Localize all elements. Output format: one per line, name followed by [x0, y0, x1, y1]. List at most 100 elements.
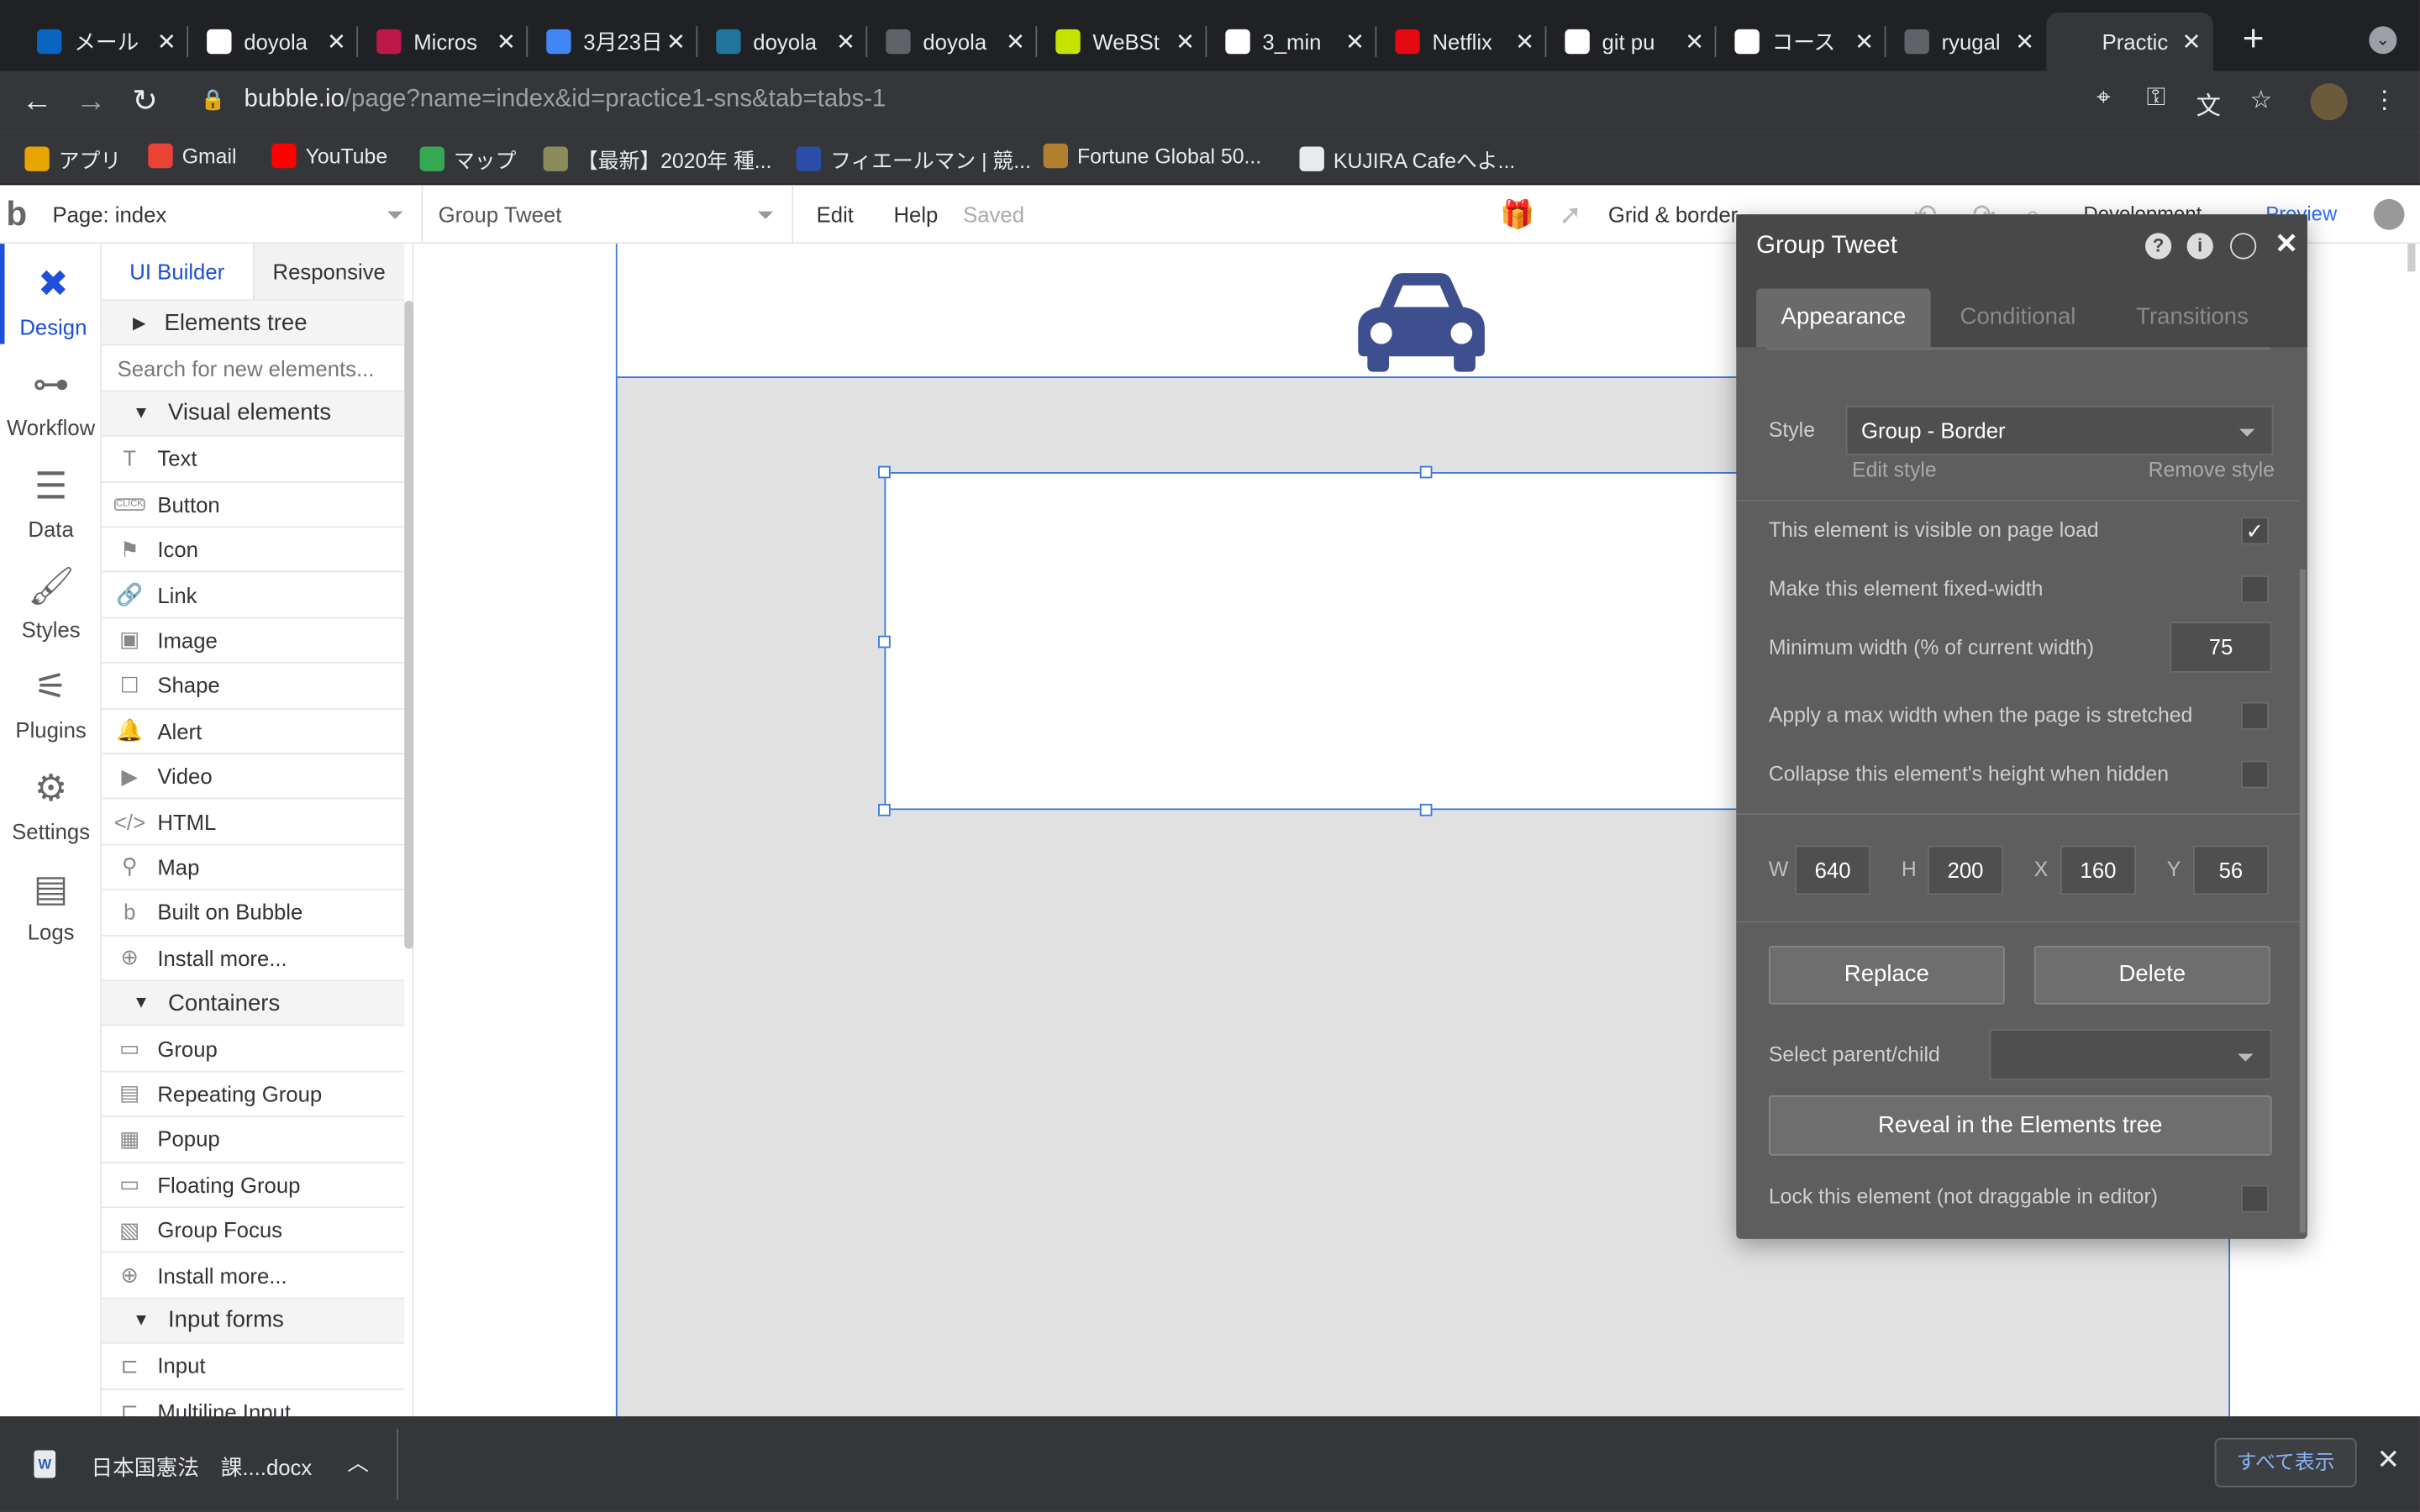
browser-tab[interactable]: 3_min ✕	[1207, 13, 1376, 71]
browser-tab[interactable]: コース ✕	[1716, 13, 1886, 71]
address-bar[interactable]: 🔒 bubble.io/page?name=index&id=practice1…	[182, 76, 2300, 123]
y-input[interactable]: 56	[2192, 845, 2269, 895]
parent-child-dropdown[interactable]	[1989, 1029, 2272, 1080]
reveal-in-tree-button[interactable]: Reveal in the Elements tree	[1768, 1095, 2272, 1156]
close-tab-icon[interactable]: ✕	[664, 28, 688, 55]
bookmark[interactable]: 【最新】2020年 種...	[543, 144, 771, 175]
element-selector[interactable]: Group Tweet	[423, 185, 794, 244]
resize-handle[interactable]	[878, 635, 891, 648]
browser-tab[interactable]: doyola ✕	[867, 13, 1037, 71]
style-dropdown[interactable]: Group - Border	[1845, 406, 2274, 455]
palette-item-install-more[interactable]: ⊕ Install more...	[102, 1253, 405, 1299]
pointer-icon[interactable]: ➚	[1559, 199, 1582, 232]
browser-tab[interactable]: メール ✕	[18, 13, 188, 71]
browser-tab[interactable]: Micros ✕	[358, 13, 528, 71]
chevron-up-icon[interactable]: ︿	[347, 1447, 369, 1478]
close-tab-icon[interactable]: ✕	[1852, 28, 1876, 55]
nav-design[interactable]: ✖ Design	[0, 244, 102, 344]
close-tab-icon[interactable]: ✕	[1512, 28, 1537, 55]
palette-item-floating-group[interactable]: ▭ Floating Group	[102, 1163, 405, 1209]
bookmark[interactable]: YouTube	[271, 143, 387, 169]
palette-item-shape[interactable]: ☐ Shape	[102, 664, 405, 710]
x-input[interactable]: 160	[2060, 845, 2136, 895]
bubble-logo-icon[interactable]: b	[6, 194, 27, 234]
nav-workflow[interactable]: ⊶ Workflow	[0, 344, 102, 444]
min-width-input[interactable]: 75	[2170, 622, 2272, 673]
edit-style-link[interactable]: Edit style	[1852, 458, 1937, 481]
help-icon[interactable]: ?	[2145, 233, 2172, 260]
palette-item-text[interactable]: T Text	[102, 437, 405, 483]
profile-avatar[interactable]	[2310, 83, 2348, 121]
bookmark[interactable]: アプリ	[24, 144, 121, 175]
height-input[interactable]: 200	[1928, 845, 2004, 895]
palette-item-install-more[interactable]: ⊕ Install more...	[102, 936, 405, 982]
fixed-width-checkbox[interactable]	[2240, 575, 2269, 604]
nav-logs[interactable]: ▤ Logs	[0, 848, 102, 948]
palette-item-icon[interactable]: ⚑ Icon	[102, 528, 405, 574]
user-avatar[interactable]	[2373, 198, 2405, 230]
bookmark[interactable]: Gmail	[148, 143, 237, 169]
edit-menu[interactable]: Edit	[817, 202, 854, 227]
info-icon[interactable]: i	[2186, 233, 2213, 260]
replace-button[interactable]: Replace	[1768, 945, 2005, 1005]
resize-handle[interactable]	[878, 803, 891, 816]
tab-transitions[interactable]: Transitions	[2105, 288, 2280, 347]
nav-styles[interactable]: 🖌 Styles	[0, 546, 102, 646]
palette-item-alert[interactable]: 🔔 Alert	[102, 709, 405, 755]
palette-scrollbar[interactable]	[404, 301, 414, 949]
grid-border-toggle[interactable]: Grid & border	[1608, 202, 1738, 227]
browser-tab[interactable]: Practic ✕	[2046, 12, 2213, 71]
browser-tab[interactable]: doyola ✕	[697, 13, 867, 71]
section-input-forms[interactable]: ▼ Input forms	[102, 1299, 405, 1345]
width-input[interactable]: 640	[1795, 845, 1871, 895]
elements-tree-toggle[interactable]: ▶ Elements tree	[102, 301, 405, 347]
browser-tab[interactable]: ryugal ✕	[1886, 13, 2046, 71]
nav-plugins[interactable]: ⚟ Plugins	[0, 647, 102, 747]
palette-item-video[interactable]: ▶ Video	[102, 754, 405, 801]
collapse-hidden-checkbox[interactable]	[2240, 760, 2269, 789]
close-tab-icon[interactable]: ✕	[1343, 28, 1367, 55]
property-editor-scrollbar[interactable]	[2299, 569, 2307, 1233]
close-tab-icon[interactable]: ✕	[834, 28, 858, 55]
close-tab-icon[interactable]: ✕	[324, 28, 349, 55]
palette-item-group[interactable]: ▭ Group	[102, 1026, 405, 1073]
bookmark[interactable]: Fortune Global 50...	[1043, 143, 1261, 169]
reload-icon[interactable]: ↻	[127, 83, 164, 120]
page-selector[interactable]: Page: index	[40, 185, 424, 244]
comment-icon[interactable]	[2230, 233, 2257, 260]
close-tab-icon[interactable]: ✕	[155, 28, 179, 55]
translate-icon[interactable]: 文	[2191, 85, 2225, 120]
palette-item-input[interactable]: ⊏ Input	[102, 1344, 405, 1390]
palette-item-popup[interactable]: ▦ Popup	[102, 1117, 405, 1163]
palette-item-built-on-bubble[interactable]: b Built on Bubble	[102, 890, 405, 937]
browser-tab[interactable]: doyola ✕	[188, 13, 358, 71]
group-tweet-element[interactable]	[878, 465, 1749, 816]
tab-conditional[interactable]: Conditional	[1931, 288, 2106, 347]
palette-item-image[interactable]: ▣ Image	[102, 618, 405, 664]
gift-icon[interactable]: 🎁	[1500, 199, 1534, 232]
palette-item-repeating-group[interactable]: ▤ Repeating Group	[102, 1072, 405, 1118]
tab-search-icon[interactable]: ⌄	[2369, 26, 2397, 55]
bookmark[interactable]: マップ	[419, 144, 516, 175]
lock-element-checkbox[interactable]	[2240, 1184, 2269, 1213]
star-icon[interactable]: ☆	[2244, 85, 2278, 118]
palette-item-html[interactable]: </> HTML	[102, 800, 405, 846]
visible-on-load-checkbox[interactable]: ✓	[2240, 517, 2269, 545]
browser-tab[interactable]: 3月23日 ✕	[528, 13, 697, 71]
nav-data[interactable]: ☰ Data	[0, 445, 102, 545]
close-icon[interactable]: ✕	[2275, 228, 2298, 261]
section-containers[interactable]: ▼ Containers	[102, 981, 405, 1027]
bookmark[interactable]: フィエールマン | 競...	[796, 144, 1031, 175]
resize-handle[interactable]	[878, 465, 891, 479]
close-icon[interactable]: ✕	[2377, 1444, 2401, 1477]
property-editor-title[interactable]: Group Tweet	[1736, 214, 2307, 276]
bookmark[interactable]: KUJIRA Cafeへよ...	[1299, 144, 1515, 175]
tab-appearance[interactable]: Appearance	[1756, 288, 1931, 348]
forward-arrow-icon[interactable]: →	[72, 83, 109, 120]
section-visual-elements[interactable]: ▼ Visual elements	[102, 391, 405, 438]
show-all-button[interactable]: すべて表示	[2214, 1437, 2357, 1488]
palette-item-group-focus[interactable]: ▧ Group Focus	[102, 1208, 405, 1254]
tab-ui-builder[interactable]: UI Builder	[102, 244, 255, 300]
back-arrow-icon[interactable]: ←	[18, 83, 55, 120]
more-menu-icon[interactable]: ⋮	[2367, 85, 2401, 118]
